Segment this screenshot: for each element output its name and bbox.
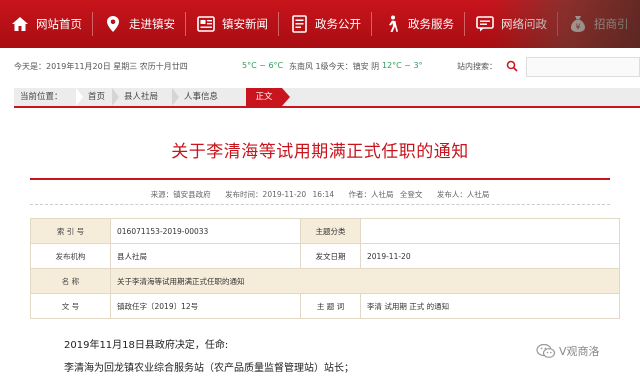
main-nav: 网站首页 走进镇安 镇安新闻 政务公开 政务服务 网络问政 ¥ 招商引 (0, 0, 640, 48)
nav-item-about[interactable]: 走进镇安 (93, 0, 185, 48)
date-text: 今天是：2019年11月20日 星期三 农历十月廿四 (14, 62, 188, 71)
table-value: 关于李清海等试用期满正式任职的通知 (110, 268, 620, 294)
breadcrumb-current-arrow (282, 88, 290, 106)
nav-item-news[interactable]: 镇安新闻 (186, 0, 278, 48)
svg-text:¥: ¥ (575, 23, 580, 32)
nav-item-inquiry[interactable]: 网络问政 (465, 0, 557, 48)
table-key: 索 引 号 (30, 218, 111, 244)
table-value: 县人社局 (110, 243, 301, 269)
document-info-table: 索 引 号 016071153-2019-00033 主题分类 发布机构 县人社… (30, 218, 620, 319)
breadcrumb-separator (112, 88, 119, 106)
breadcrumb-item-home[interactable]: 首页 (88, 88, 105, 106)
meta-source: 来源：镇安县政府 (150, 190, 211, 199)
meta-author: 作者：人社局 全登文 (348, 190, 423, 199)
nav-item-investment[interactable]: ¥ 招商引 (558, 0, 639, 48)
table-row: 名 称 关于李清海等试用期满正式任职的通知 (30, 268, 620, 294)
breadcrumb: 当前位置： 首页 县人社局 人事信息 正文 (14, 88, 640, 108)
page-title: 关于李清海等试用期满正式任职的通知 (171, 142, 469, 162)
title-divider (30, 178, 610, 180)
breadcrumb-separator (76, 88, 83, 106)
table-value: 镇政任字〔2019〕12号 (110, 293, 301, 319)
info-bar: 今天是：2019年11月20日 星期三 农历十月廿四 5°C ~ 6°C 东南风… (14, 57, 640, 77)
breadcrumb-current: 正文 (246, 88, 282, 106)
location-pin-icon (103, 14, 123, 34)
breadcrumb-separator (172, 88, 179, 106)
table-key: 发文日期 (300, 243, 361, 269)
table-key: 主题分类 (300, 218, 361, 244)
article-meta: 来源：镇安县政府 发布时间：2019-11-20 16:14 作者：人社局 全登… (30, 189, 610, 200)
table-key: 发布机构 (30, 243, 111, 269)
weather-temp-range: 12°C ~ 3° (382, 61, 423, 70)
table-key: 主 题 词 (300, 293, 361, 319)
table-value: 016071153-2019-00033 (110, 218, 301, 244)
table-row: 索 引 号 016071153-2019-00033 主题分类 (30, 218, 620, 244)
meta-publisher: 发布人：人社局 (436, 190, 490, 199)
document-icon (289, 14, 309, 34)
article-paragraph: 2019年11月18日县政府决定，任命: (64, 340, 229, 351)
article-paragraph: 李清海为回龙镇农业综合服务站（农产品质量监督管理站）站长； (64, 363, 354, 374)
weather-description: 东南风 1级今天：镇安 阴 (289, 62, 380, 71)
breadcrumb-item-bureau[interactable]: 县人社局 (124, 88, 158, 106)
breadcrumb-label: 当前位置： (20, 92, 63, 102)
home-icon (10, 14, 30, 34)
nav-label: 网站首页 (36, 17, 82, 31)
table-value (360, 218, 620, 244)
table-row: 文 号 镇政任字〔2019〕12号 主 题 词 李清 试用期 正式 的通知 (30, 293, 620, 319)
money-bag-icon: ¥ (568, 14, 588, 34)
nav-label: 走进镇安 (129, 17, 175, 31)
table-key: 文 号 (30, 293, 111, 319)
watermark: V观商洛 (536, 343, 600, 359)
nav-label: 网络问政 (501, 17, 547, 31)
weather-temp-today: 5°C ~ 6°C (242, 61, 284, 70)
nav-item-services[interactable]: 政务服务 (372, 0, 464, 48)
watermark-text: V观商洛 (559, 345, 600, 358)
meta-divider (30, 204, 610, 205)
search-label: 站内搜索： (457, 62, 497, 71)
table-row: 发布机构 县人社局 发文日期 2019-11-20 (30, 243, 620, 269)
nav-label: 政务公开 (315, 17, 361, 31)
nav-label: 政务服务 (408, 17, 454, 31)
nav-item-home[interactable]: 网站首页 (0, 0, 92, 48)
search-input[interactable] (526, 57, 640, 77)
wechat-icon (536, 343, 556, 358)
table-value: 2019-11-20 (360, 243, 620, 269)
table-key: 名 称 (30, 268, 111, 294)
nav-item-gov-affairs[interactable]: 政务公开 (279, 0, 371, 48)
nav-label: 镇安新闻 (222, 17, 268, 31)
news-icon (196, 14, 216, 34)
table-value: 李清 试用期 正式 的通知 (360, 293, 620, 319)
nav-label: 招商引 (594, 17, 629, 31)
walking-person-icon (382, 14, 402, 34)
meta-time: 发布时间：2019-11-20 16:14 (225, 190, 335, 199)
chat-icon (475, 14, 495, 34)
breadcrumb-item-personnel[interactable]: 人事信息 (184, 88, 218, 106)
search-icon[interactable] (506, 60, 518, 72)
